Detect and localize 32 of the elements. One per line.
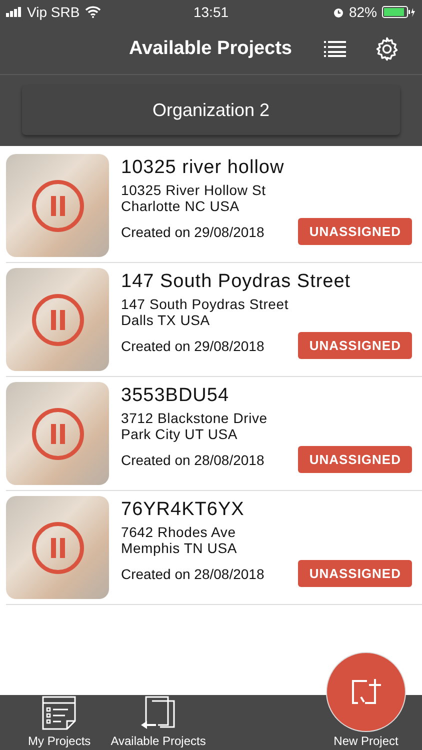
screen-title: Available Projects (129, 38, 292, 60)
status-badge: UNASSIGNED (298, 332, 412, 359)
project-name: 76YR4KT6YX (121, 499, 246, 521)
created-date: Created on 28/08/2018 (121, 566, 264, 582)
street-address: 10325 River Hollow St (121, 182, 267, 198)
carrier-name: Vip SRB (27, 4, 80, 20)
street-address: 3712 Blackstone Drive (121, 410, 268, 426)
project-row[interactable]: 10325 river hollow 10325 River Hollow St Charlotte NC USA Created on 29/08/2018 UNASSIGNED (6, 149, 422, 263)
project-name: 3553BDU54 (121, 385, 230, 407)
project-row[interactable]: 76YR4KT6YX 7642 Rhodes Ave Memphis TN USA Created on 28/08/2018 UNASSIGNED (6, 491, 422, 605)
battery-percent: 82% (348, 4, 377, 20)
street-address: 147 South Poydras Street (121, 296, 290, 312)
clock-time: 13:51 (193, 4, 229, 20)
street-address: 7642 Rhodes Ave (121, 524, 237, 540)
project-name: 10325 river hollow (121, 157, 286, 179)
project-row[interactable]: 147 South Poydras Street 147 South Poydras Street Dalls TX USA Created on 29/08/2018 UNASSIGNED (6, 263, 422, 377)
created-date: Created on 28/08/2018 (121, 452, 264, 468)
status-badge: UNASSIGNED (298, 560, 412, 587)
status-badge: UNASSIGNED (298, 218, 412, 245)
tab-button[interactable]: My Projects (28, 695, 91, 748)
new-project-label: New Project (334, 734, 398, 748)
city-address: Charlotte NC USA (121, 198, 240, 214)
created-date: Created on 29/08/2018 (121, 338, 264, 354)
organization-selector[interactable]: Organization 2 (22, 85, 400, 135)
city-address: Dalls TX USA (121, 312, 211, 328)
project-name: 147 South Poydras Street (121, 271, 352, 293)
city-address: Memphis TN USA (121, 540, 238, 556)
created-date: Created on 29/08/2018 (121, 224, 264, 240)
city-address: Park City UT USA (121, 426, 239, 442)
status-badge: UNASSIGNED (298, 446, 412, 473)
tab-button[interactable]: Available Projects (110, 695, 206, 748)
project-row[interactable]: 3553BDU54 3712 Blackstone Drive Park City UT USA Created on 28/08/2018 UNASSIGNED (6, 377, 422, 491)
